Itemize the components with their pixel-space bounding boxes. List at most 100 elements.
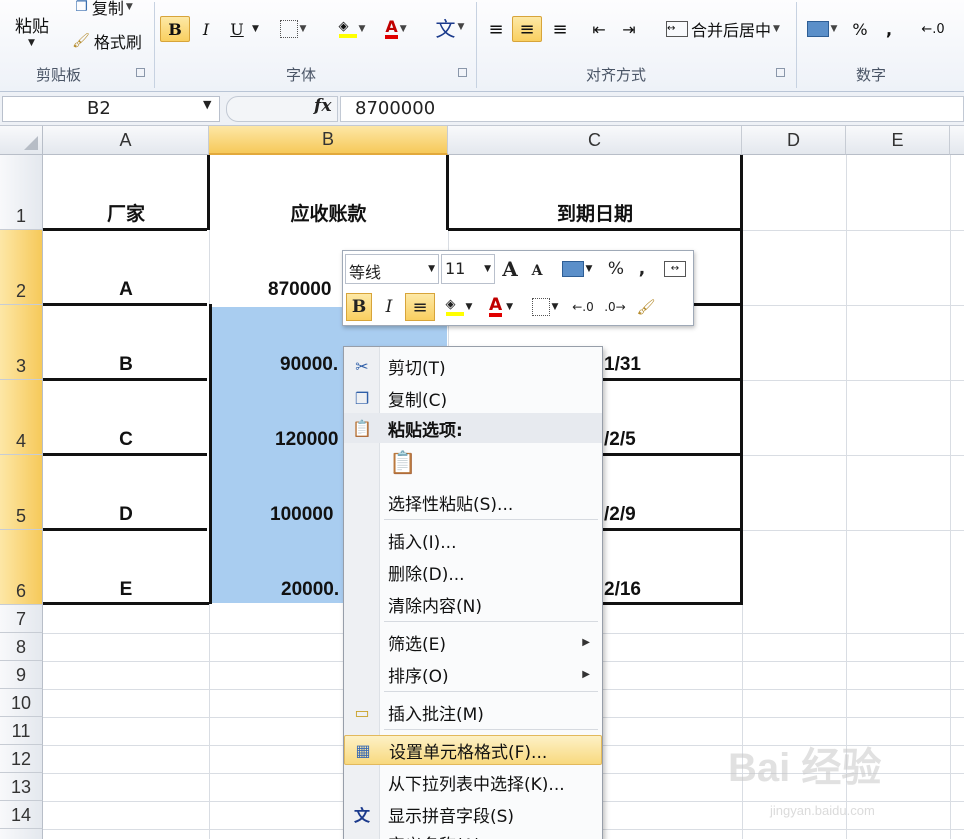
cell-b1[interactable]: 应收账款 bbox=[209, 155, 448, 228]
menu-item-cut[interactable]: ✂ 剪切(T) bbox=[344, 351, 602, 381]
alignment-launcher-icon[interactable] bbox=[776, 68, 785, 77]
comma-style-button[interactable]: , bbox=[633, 255, 651, 283]
ribbon: 粘贴 ▼ ❐ 复制 ▼ 🖌 格式刷 剪贴板 B I U ▼ ▼ ◈ ▼ A ▼ 文 ▼… bbox=[0, 0, 964, 92]
percent-button[interactable]: % bbox=[848, 16, 872, 42]
italic-button[interactable]: I bbox=[194, 16, 218, 42]
merge-center-button[interactable]: ↔ 合并后居中 ▼ bbox=[656, 16, 790, 42]
menu-item-format-cells[interactable]: ▦ 设置单元格格式(F)... bbox=[344, 735, 602, 765]
increase-decimal-button[interactable]: ←.0 bbox=[918, 16, 948, 42]
align-left-button[interactable]: ≡ bbox=[482, 16, 510, 42]
cell-b5[interactable]: 100000 bbox=[270, 455, 345, 528]
decrease-decimal-button[interactable]: .0→ bbox=[601, 293, 629, 321]
name-box-dropdown-icon[interactable]: ▼ bbox=[203, 98, 211, 111]
select-all-corner[interactable] bbox=[0, 126, 43, 155]
align-right-button[interactable]: ≡ bbox=[546, 16, 574, 42]
paste-option-clipboard-icon[interactable]: 📋 bbox=[388, 447, 418, 479]
underline-button[interactable]: U bbox=[224, 16, 250, 42]
row-header-12[interactable]: 12 bbox=[0, 745, 43, 773]
italic-button[interactable]: I bbox=[377, 293, 401, 321]
border-button[interactable]: ▼ bbox=[278, 16, 308, 42]
format-painter-button[interactable]: 🖌 bbox=[633, 293, 659, 321]
cell-a5[interactable]: D bbox=[43, 455, 209, 528]
fill-color-button[interactable]: ◈ ▼ bbox=[332, 16, 372, 42]
menu-item-copy[interactable]: ❐ 复制(C) bbox=[344, 383, 602, 413]
row-header-5[interactable]: 5 bbox=[0, 455, 43, 530]
fill-color-button[interactable]: ◈ ▼ bbox=[439, 293, 479, 321]
cell-a2[interactable]: A bbox=[43, 230, 209, 303]
cell-a6[interactable]: E bbox=[43, 530, 209, 603]
menu-item-filter[interactable]: 筛选(E) ▶ bbox=[344, 627, 602, 657]
cell-b6[interactable]: 20000. bbox=[281, 530, 345, 603]
insert-function-icon[interactable]: fx bbox=[314, 96, 331, 116]
bold-button[interactable]: B bbox=[160, 16, 190, 42]
row-header-4[interactable]: 4 bbox=[0, 380, 43, 455]
phonetic-button[interactable]: 文 ▼ bbox=[428, 14, 472, 41]
menu-item-phonetic[interactable]: 文 显示拼音字段(S) bbox=[344, 799, 602, 829]
align-center-button[interactable]: ≡ bbox=[405, 293, 435, 321]
row-header-13[interactable]: 13 bbox=[0, 773, 43, 801]
row-header-15[interactable] bbox=[0, 829, 43, 839]
grow-font-button[interactable]: A bbox=[499, 255, 521, 283]
row-header-11[interactable]: 11 bbox=[0, 717, 43, 745]
menu-item-insert[interactable]: 插入(I)... bbox=[344, 525, 602, 555]
menu-item-paste-special[interactable]: 选择性粘贴(S)... bbox=[344, 487, 602, 517]
cell-a3[interactable]: B bbox=[43, 305, 209, 378]
clipboard-launcher-icon[interactable] bbox=[136, 68, 145, 77]
font-color-button[interactable]: A ▼ bbox=[376, 16, 416, 42]
cell-b4[interactable]: 120000 bbox=[275, 380, 345, 453]
menu-item-define-name[interactable]: 定义名称(A)... bbox=[344, 831, 602, 839]
row-header-8[interactable]: 8 bbox=[0, 633, 43, 661]
increase-indent-button[interactable]: ⇥ bbox=[616, 16, 642, 42]
column-header-b[interactable]: B bbox=[209, 126, 448, 155]
row-header-9[interactable]: 9 bbox=[0, 661, 43, 689]
border-button[interactable]: ▼ bbox=[527, 293, 563, 321]
row-header-1[interactable]: 1 bbox=[0, 155, 43, 230]
cell-c6[interactable]: 2/16 bbox=[604, 530, 664, 603]
row-header-6[interactable]: 6 bbox=[0, 530, 43, 605]
column-header-f[interactable] bbox=[950, 126, 964, 155]
column-header-e[interactable]: E bbox=[846, 126, 950, 155]
format-painter-button[interactable]: 🖌 格式刷 bbox=[64, 28, 150, 54]
merge-center-button[interactable]: ↔ bbox=[661, 255, 689, 283]
font-name-value: 等线 bbox=[349, 263, 382, 282]
font-launcher-icon[interactable] bbox=[458, 68, 467, 77]
menu-item-insert-comment[interactable]: ▭ 插入批注(M) bbox=[344, 697, 602, 727]
row-header-10[interactable]: 10 bbox=[0, 689, 43, 717]
column-header-d[interactable]: D bbox=[742, 126, 846, 155]
decrease-indent-button[interactable]: ⇤ bbox=[586, 16, 612, 42]
menu-item-clear-contents[interactable]: 清除内容(N) bbox=[344, 589, 602, 619]
cell-c5[interactable]: /2/9 bbox=[604, 455, 664, 528]
font-color-button[interactable]: A ▼ bbox=[481, 293, 521, 321]
cell-c4[interactable]: /2/5 bbox=[604, 380, 664, 453]
font-size-select[interactable]: 11 ▼ bbox=[441, 254, 495, 284]
formula-input[interactable]: 8700000 bbox=[340, 96, 964, 122]
chevron-down-icon: ▼ bbox=[465, 302, 473, 312]
copy-button[interactable]: ❐ 复制 ▼ bbox=[64, 0, 144, 20]
align-center-button[interactable]: ≡ bbox=[512, 16, 542, 42]
cell-a1[interactable]: 厂家 bbox=[43, 155, 209, 228]
bold-button[interactable]: B bbox=[346, 293, 372, 321]
cell-b2[interactable]: 870000 bbox=[268, 230, 348, 303]
underline-dropdown-caret[interactable]: ▼ bbox=[252, 24, 259, 34]
shrink-font-button[interactable]: A bbox=[527, 257, 547, 285]
font-name-select[interactable]: 等线 ▼ bbox=[345, 254, 439, 284]
row-header-7[interactable]: 7 bbox=[0, 605, 43, 633]
cell-b3[interactable]: 90000. bbox=[280, 305, 344, 378]
menu-item-pick-from-list[interactable]: 从下拉列表中选择(K)... bbox=[344, 767, 602, 797]
column-header-c[interactable]: C bbox=[448, 126, 742, 155]
cell-c1[interactable]: 到期日期 bbox=[448, 155, 742, 228]
row-header-3[interactable]: 3 bbox=[0, 305, 43, 380]
row-header-14[interactable]: 14 bbox=[0, 801, 43, 829]
increase-decimal-button[interactable]: ←.0 bbox=[569, 293, 597, 321]
cell-a4[interactable]: C bbox=[43, 380, 209, 453]
menu-item-delete[interactable]: 删除(D)... bbox=[344, 557, 602, 587]
accounting-format-button[interactable]: ▼ bbox=[557, 255, 597, 283]
paste-dropdown-caret[interactable]: ▼ bbox=[28, 38, 35, 48]
accounting-format-button[interactable]: ▼ bbox=[802, 16, 842, 42]
column-header-a[interactable]: A bbox=[43, 126, 209, 155]
percent-button[interactable]: % bbox=[605, 255, 627, 283]
menu-item-sort[interactable]: 排序(O) ▶ bbox=[344, 659, 602, 689]
comma-style-button[interactable]: , bbox=[878, 16, 900, 42]
row-header-2[interactable]: 2 bbox=[0, 230, 43, 305]
name-box[interactable]: B2 bbox=[2, 96, 220, 122]
